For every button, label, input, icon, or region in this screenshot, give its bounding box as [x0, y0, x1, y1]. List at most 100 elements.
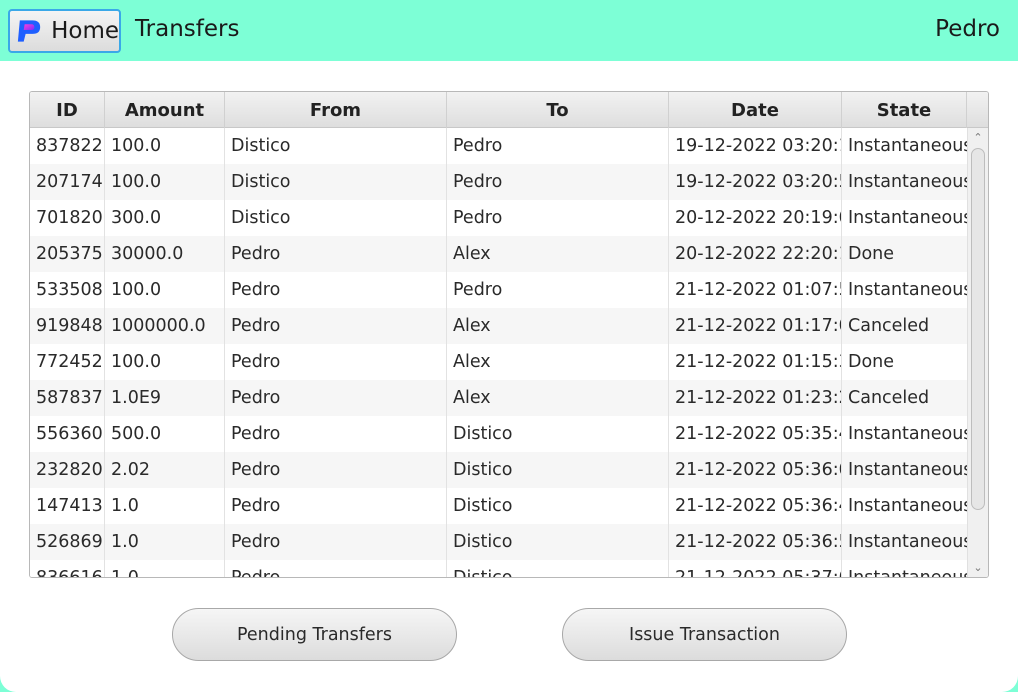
cell-state: Instantaneous	[848, 136, 967, 156]
cell-from: Pedro	[225, 272, 447, 308]
cell-date: 21-12-2022 05:36:54	[669, 524, 842, 560]
cell-date: 21-12-2022 01:23:24	[669, 380, 842, 416]
page-title: Transfers	[135, 16, 240, 42]
cell-id: 836616	[30, 560, 105, 577]
vertical-scrollbar[interactable]: ⌃ ⌄	[967, 128, 988, 577]
cell-state: Done	[848, 244, 895, 264]
cell-from: Pedro	[225, 380, 447, 416]
table-row[interactable]: 8366161.0PedroDistico21-12-2022 05:37:03…	[30, 560, 967, 578]
cell-to: Alex	[447, 236, 669, 272]
table-row[interactable]: 919848 1000000.0 Pedro Alex 21-12-2022 01:17…	[30, 308, 967, 344]
table-row[interactable]: 701820 300.0 Distico Pedro 20-12-2022 20:19:…	[30, 200, 967, 236]
cell-amount: 100.0	[105, 344, 225, 380]
cell-date: 20-12-2022 22:20:18	[669, 236, 842, 272]
cell-from: Pedro	[225, 488, 447, 524]
scroll-up-icon[interactable]: ⌃	[972, 132, 984, 144]
cell-amount: 30000.0	[105, 236, 225, 272]
cell-to: Alex	[447, 308, 669, 344]
cell-from: Pedro	[225, 560, 447, 577]
cell-id: 205375	[30, 236, 105, 272]
cell-amount: 1.0E9	[105, 380, 225, 416]
top-bar: Home Transfers Pedro	[0, 0, 1018, 61]
table-row[interactable]: 207174 100.0 Distico Pedro 19-12-2022 03:20:…	[30, 164, 967, 200]
cell-to: Pedro	[447, 128, 669, 164]
cell-state: Instantaneous	[848, 172, 967, 192]
column-header-date[interactable]: Date	[669, 92, 842, 128]
cell-amount: 1.0	[105, 524, 225, 560]
cell-from: Pedro	[225, 344, 447, 380]
cell-from: Pedro	[225, 416, 447, 452]
cell-state: Instantaneous	[848, 208, 967, 228]
home-label: Home	[51, 18, 119, 44]
cell-date: 21-12-2022 05:35:44	[669, 416, 842, 452]
cell-date: 20-12-2022 20:19:01	[669, 200, 842, 236]
column-header-amount[interactable]: Amount	[105, 92, 225, 128]
column-header-state[interactable]: State	[842, 92, 967, 128]
cell-from: Pedro	[225, 236, 447, 272]
table-body: 837822 100.0 Distico Pedro 19-12-2022 03:20:…	[30, 128, 967, 578]
cell-id: 772452	[30, 344, 105, 380]
cell-to: Pedro	[447, 272, 669, 308]
cell-amount: 100.0	[105, 272, 225, 308]
scrollbar-thumb[interactable]	[971, 148, 985, 510]
cell-date: 21-12-2022 05:36:45	[669, 488, 842, 524]
cell-to: Distico	[447, 524, 669, 560]
cell-state: Canceled	[848, 388, 930, 408]
cell-to: Pedro	[447, 200, 669, 236]
cell-to: Distico	[447, 560, 669, 577]
cell-amount: 2.02	[105, 452, 225, 488]
main-content: ID Amount From To Date State 837822 100.0…	[0, 61, 1018, 692]
cell-from: Pedro	[225, 452, 447, 488]
cell-from: Distico	[225, 164, 447, 200]
cell-to: Distico	[447, 416, 669, 452]
cell-amount: 1000000.0	[105, 308, 225, 344]
pending-transfers-button[interactable]: Pending Transfers	[172, 608, 457, 661]
cell-to: Distico	[447, 488, 669, 524]
table-row[interactable]: 2328202.02PedroDistico21-12-2022 05:36:0…	[30, 452, 967, 488]
cell-from: Distico	[225, 128, 447, 164]
table-header: ID Amount From To Date State	[30, 92, 988, 128]
cell-state: Instantaneous	[848, 424, 967, 444]
header-filler	[967, 92, 988, 128]
cell-state: Canceled	[848, 316, 930, 336]
cell-id: 837822	[30, 128, 105, 164]
scroll-down-icon[interactable]: ⌄	[972, 562, 984, 574]
cell-date: 21-12-2022 05:37:03	[669, 560, 842, 577]
cell-amount: 1.0	[105, 488, 225, 524]
cell-amount: 300.0	[105, 200, 225, 236]
cell-id: 232820	[30, 452, 105, 488]
cell-date: 21-12-2022 01:07:59	[669, 272, 842, 308]
table-row[interactable]: 772452100.0PedroAlex21-12-2022 01:15:39 D…	[30, 344, 967, 380]
table-row[interactable]: 20537530000.0PedroAlex20-12-2022 22:20:1…	[30, 236, 967, 272]
issue-transaction-button[interactable]: Issue Transaction	[562, 608, 847, 661]
table-row[interactable]: 1474131.0PedroDistico21-12-2022 05:36:45…	[30, 488, 967, 524]
cell-id: 533508	[30, 272, 105, 308]
cell-from: Pedro	[225, 524, 447, 560]
table-row[interactable]: 5268691.0PedroDistico21-12-2022 05:36:54…	[30, 524, 967, 560]
transfers-table: ID Amount From To Date State 837822 100.0…	[29, 91, 989, 578]
cell-id: 556360	[30, 416, 105, 452]
cell-state: Instantaneous	[848, 568, 967, 578]
user-name: Pedro	[935, 16, 1000, 42]
table-row[interactable]: 556360 500.0 Pedro Distico 21-12-2022 05:35:…	[30, 416, 967, 452]
table-row[interactable]: 837822 100.0 Distico Pedro 19-12-2022 03:20:…	[30, 128, 967, 164]
home-button[interactable]: Home	[8, 9, 121, 53]
cell-from: Distico	[225, 200, 447, 236]
cell-to: Alex	[447, 380, 669, 416]
column-header-from[interactable]: From	[225, 92, 447, 128]
cell-amount: 100.0	[105, 164, 225, 200]
table-row[interactable]: 533508100.0PedroPedro21-12-2022 01:07:59…	[30, 272, 967, 308]
cell-date: 19-12-2022 03:20:11	[669, 128, 842, 164]
cell-id: 526869	[30, 524, 105, 560]
cell-state: Done	[848, 352, 895, 372]
table-row[interactable]: 5878371.0E9PedroAlex21-12-2022 01:23:24 C…	[30, 380, 967, 416]
cell-from: Pedro	[225, 308, 447, 344]
cell-to: Alex	[447, 344, 669, 380]
cell-to: Pedro	[447, 164, 669, 200]
cell-state: Instantaneous	[848, 280, 967, 300]
column-header-id[interactable]: ID	[30, 92, 105, 128]
cell-date: 19-12-2022 03:20:51	[669, 164, 842, 200]
column-header-to[interactable]: To	[447, 92, 669, 128]
cell-amount: 500.0	[105, 416, 225, 452]
cell-id: 207174	[30, 164, 105, 200]
